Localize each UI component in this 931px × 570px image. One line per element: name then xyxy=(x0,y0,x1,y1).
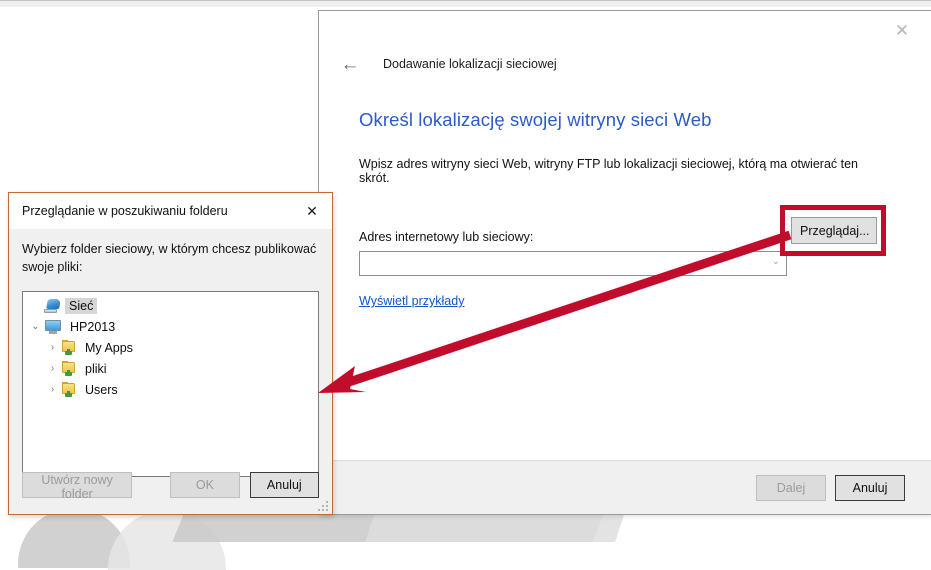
shared-folder-icon xyxy=(61,382,77,398)
tree-item-label: My Apps xyxy=(85,341,133,355)
chevron-down-icon[interactable]: ⌄ xyxy=(27,322,44,332)
folder-dialog-instruction: Wybierz folder sieciowy, w którym chcesz… xyxy=(22,242,317,274)
address-combobox[interactable]: ⌄ xyxy=(359,251,787,276)
ok-button[interactable]: OK xyxy=(170,472,240,498)
tree-item-hp2013[interactable]: ⌄ HP2013 xyxy=(23,317,318,338)
create-new-folder-button[interactable]: Utwórz nowy folder xyxy=(22,472,133,501)
chevron-right-icon[interactable]: › xyxy=(44,364,61,374)
watermark-band-2 xyxy=(365,512,625,542)
cancel-button[interactable]: Anuluj xyxy=(249,472,319,498)
wizard-description: Wpisz adres witryny sieci Web, witryny F… xyxy=(359,157,858,185)
tree-item-label: HP2013 xyxy=(70,320,116,334)
cancel-button[interactable]: Anuluj xyxy=(835,474,905,501)
tree-item-label: Users xyxy=(85,383,118,397)
tree-item-label: pliki xyxy=(85,362,107,376)
browse-button[interactable]: Przeglądaj... xyxy=(791,217,877,244)
wizard-content: Określ lokalizację swojej witryny sieci … xyxy=(319,83,931,310)
network-icon xyxy=(44,298,61,314)
chevron-right-icon[interactable]: › xyxy=(44,343,61,353)
tree-item-siec[interactable]: Sieć xyxy=(23,296,318,317)
next-button[interactable]: Dalej xyxy=(756,474,826,501)
watermark-floor xyxy=(0,0,931,7)
tree-item-users[interactable]: › Users xyxy=(23,380,318,401)
shared-folder-icon xyxy=(61,361,77,377)
tree-item-my-apps[interactable]: › My Apps xyxy=(23,338,318,359)
back-arrow-icon[interactable]: ← xyxy=(337,51,363,77)
tree-item-pliki[interactable]: › pliki xyxy=(23,359,318,380)
resize-grip-icon[interactable] xyxy=(317,500,328,511)
add-network-location-window: ✕ ← Dodawanie lokalizacji sieciowej Okre… xyxy=(318,10,931,515)
address-input-row: ⌄ xyxy=(359,251,891,276)
page-title: Określ lokalizację swojej witryny sieci … xyxy=(359,109,712,130)
chevron-right-icon[interactable]: › xyxy=(44,385,61,395)
wizard-title-bar: ✕ xyxy=(319,11,931,45)
folder-dialog-title: Przeglądanie w poszukiwaniu folderu xyxy=(22,204,228,218)
show-examples-link[interactable]: Wyświetl przykłady xyxy=(359,294,464,308)
close-icon[interactable]: ✕ xyxy=(301,201,323,221)
folder-dialog-title-bar: Przeglądanie w poszukiwaniu folderu ✕ xyxy=(9,193,332,229)
wizard-footer: Dalej Anuluj xyxy=(319,460,931,514)
shared-folder-icon xyxy=(61,340,77,356)
address-input[interactable] xyxy=(359,251,787,276)
computer-icon xyxy=(44,319,62,335)
tree-item-label: Sieć xyxy=(65,298,98,314)
close-icon[interactable]: ✕ xyxy=(887,17,917,43)
wizard-nav-bar: ← Dodawanie lokalizacji sieciowej xyxy=(319,45,931,83)
network-folder-tree[interactable]: Sieć ⌄ HP2013 › My Apps › pliki › Users xyxy=(22,290,319,477)
folder-dialog-buttons: Utwórz nowy folder OK Anuluj xyxy=(22,472,319,501)
browse-for-folder-dialog: Przeglądanie w poszukiwaniu folderu ✕ Wy… xyxy=(8,192,333,515)
folder-dialog-body: Wybierz folder sieciowy, w którym chcesz… xyxy=(9,229,332,514)
breadcrumb: Dodawanie lokalizacji sieciowej xyxy=(383,57,557,71)
